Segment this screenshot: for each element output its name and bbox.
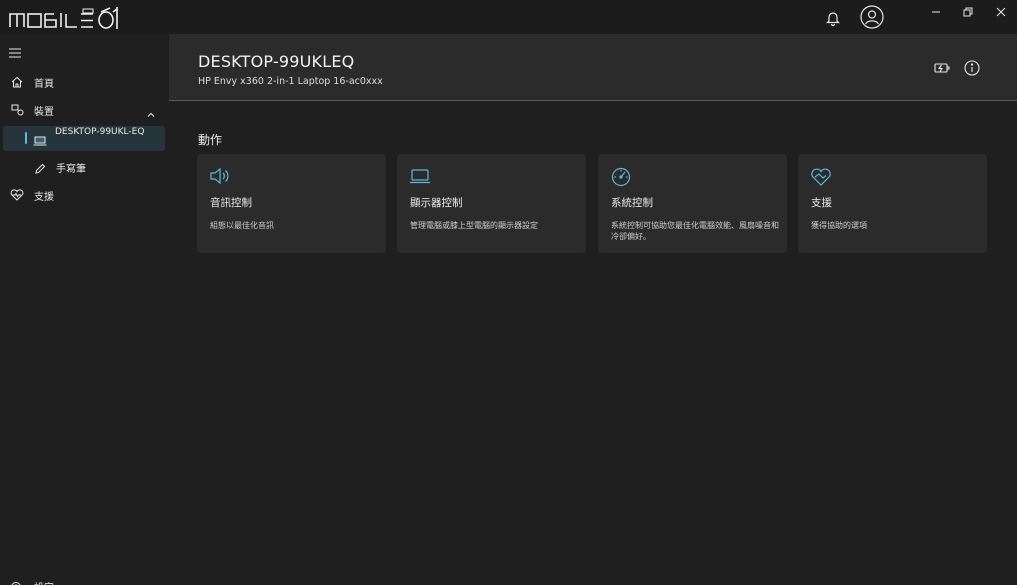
device-header: DESKTOP-99UKLEQ HP Envy x360 2-in-1 Lapt… bbox=[169, 34, 1017, 101]
sidebar-item-pen[interactable]: 手寫筆 bbox=[0, 157, 169, 177]
home-icon bbox=[10, 75, 24, 89]
selected-indicator bbox=[25, 132, 27, 144]
devices-icon bbox=[10, 103, 24, 117]
section-title-actions: 動作 bbox=[198, 133, 223, 147]
sidebar-item-device-selected[interactable]: DESKTOP-99UKL-EQ bbox=[3, 126, 165, 151]
card-description: 獲得協助的選項 bbox=[811, 221, 867, 230]
sidebar-item-support[interactable]: 支援 bbox=[0, 183, 169, 207]
card-support[interactable]: 支援 獲得協助的選項 bbox=[798, 154, 987, 253]
account-icon[interactable] bbox=[859, 4, 885, 30]
menu-hamburger-icon[interactable] bbox=[9, 43, 23, 58]
sidebar-item-devices[interactable]: 裝置 bbox=[0, 98, 169, 122]
sidebar: 首頁 裝置 DESKTOP-99UKL-EQ 手寫筆 支援 bbox=[0, 34, 169, 585]
card-system-control[interactable]: 系統控制 系統控制可協助您最佳化電腦效能、風扇噪音和冷卻偏好。 bbox=[598, 154, 787, 253]
notification-bell-icon[interactable] bbox=[821, 6, 845, 30]
card-description: 管理電腦或膝上型電腦的顯示器設定 bbox=[410, 221, 538, 230]
sidebar-item-label: 設定 bbox=[34, 579, 54, 585]
sidebar-item-label: 裝置 bbox=[34, 106, 54, 118]
display-icon bbox=[409, 167, 431, 187]
title-bar bbox=[0, 0, 1017, 34]
minimize-button[interactable] bbox=[926, 4, 946, 20]
sidebar-item-label: 首頁 bbox=[34, 78, 54, 90]
speaker-icon bbox=[209, 167, 231, 187]
card-description: 系統控制可協助您最佳化電腦效能、風扇噪音和冷卻偏好。 bbox=[611, 221, 779, 241]
pen-icon bbox=[34, 160, 47, 174]
page-title: DESKTOP-99UKLEQ bbox=[198, 52, 355, 71]
sidebar-item-label: DESKTOP-99UKL-EQ bbox=[55, 127, 145, 137]
restore-button[interactable] bbox=[958, 4, 978, 20]
sidebar-item-label: 手寫筆 bbox=[56, 164, 86, 175]
close-button[interactable] bbox=[991, 4, 1011, 20]
card-title: 支援 bbox=[811, 197, 832, 209]
info-icon[interactable] bbox=[963, 59, 981, 77]
chevron-up-icon[interactable] bbox=[146, 105, 156, 117]
card-display-control[interactable]: 顯示器控制 管理電腦或膝上型電腦的顯示器設定 bbox=[397, 154, 586, 253]
gauge-icon bbox=[610, 167, 632, 187]
app-logo bbox=[9, 5, 145, 31]
card-title: 系統控制 bbox=[611, 197, 653, 209]
battery-charging-icon[interactable] bbox=[933, 59, 951, 77]
card-description: 組態以最佳化音訊 bbox=[210, 221, 274, 230]
laptop-icon bbox=[33, 132, 47, 146]
card-audio-control[interactable]: 音訊控制 組態以最佳化音訊 bbox=[197, 154, 386, 253]
sidebar-item-settings[interactable]: 設定 bbox=[10, 578, 70, 585]
gear-icon bbox=[10, 578, 22, 585]
support-heart-icon bbox=[10, 188, 24, 202]
support-heart-icon bbox=[810, 167, 832, 187]
sidebar-item-home[interactable]: 首頁 bbox=[0, 70, 169, 94]
card-title: 音訊控制 bbox=[210, 197, 252, 209]
card-title: 顯示器控制 bbox=[410, 197, 463, 209]
sidebar-item-label: 支援 bbox=[34, 191, 54, 203]
device-model: HP Envy x360 2-in-1 Laptop 16-ac0xxx bbox=[198, 76, 383, 87]
